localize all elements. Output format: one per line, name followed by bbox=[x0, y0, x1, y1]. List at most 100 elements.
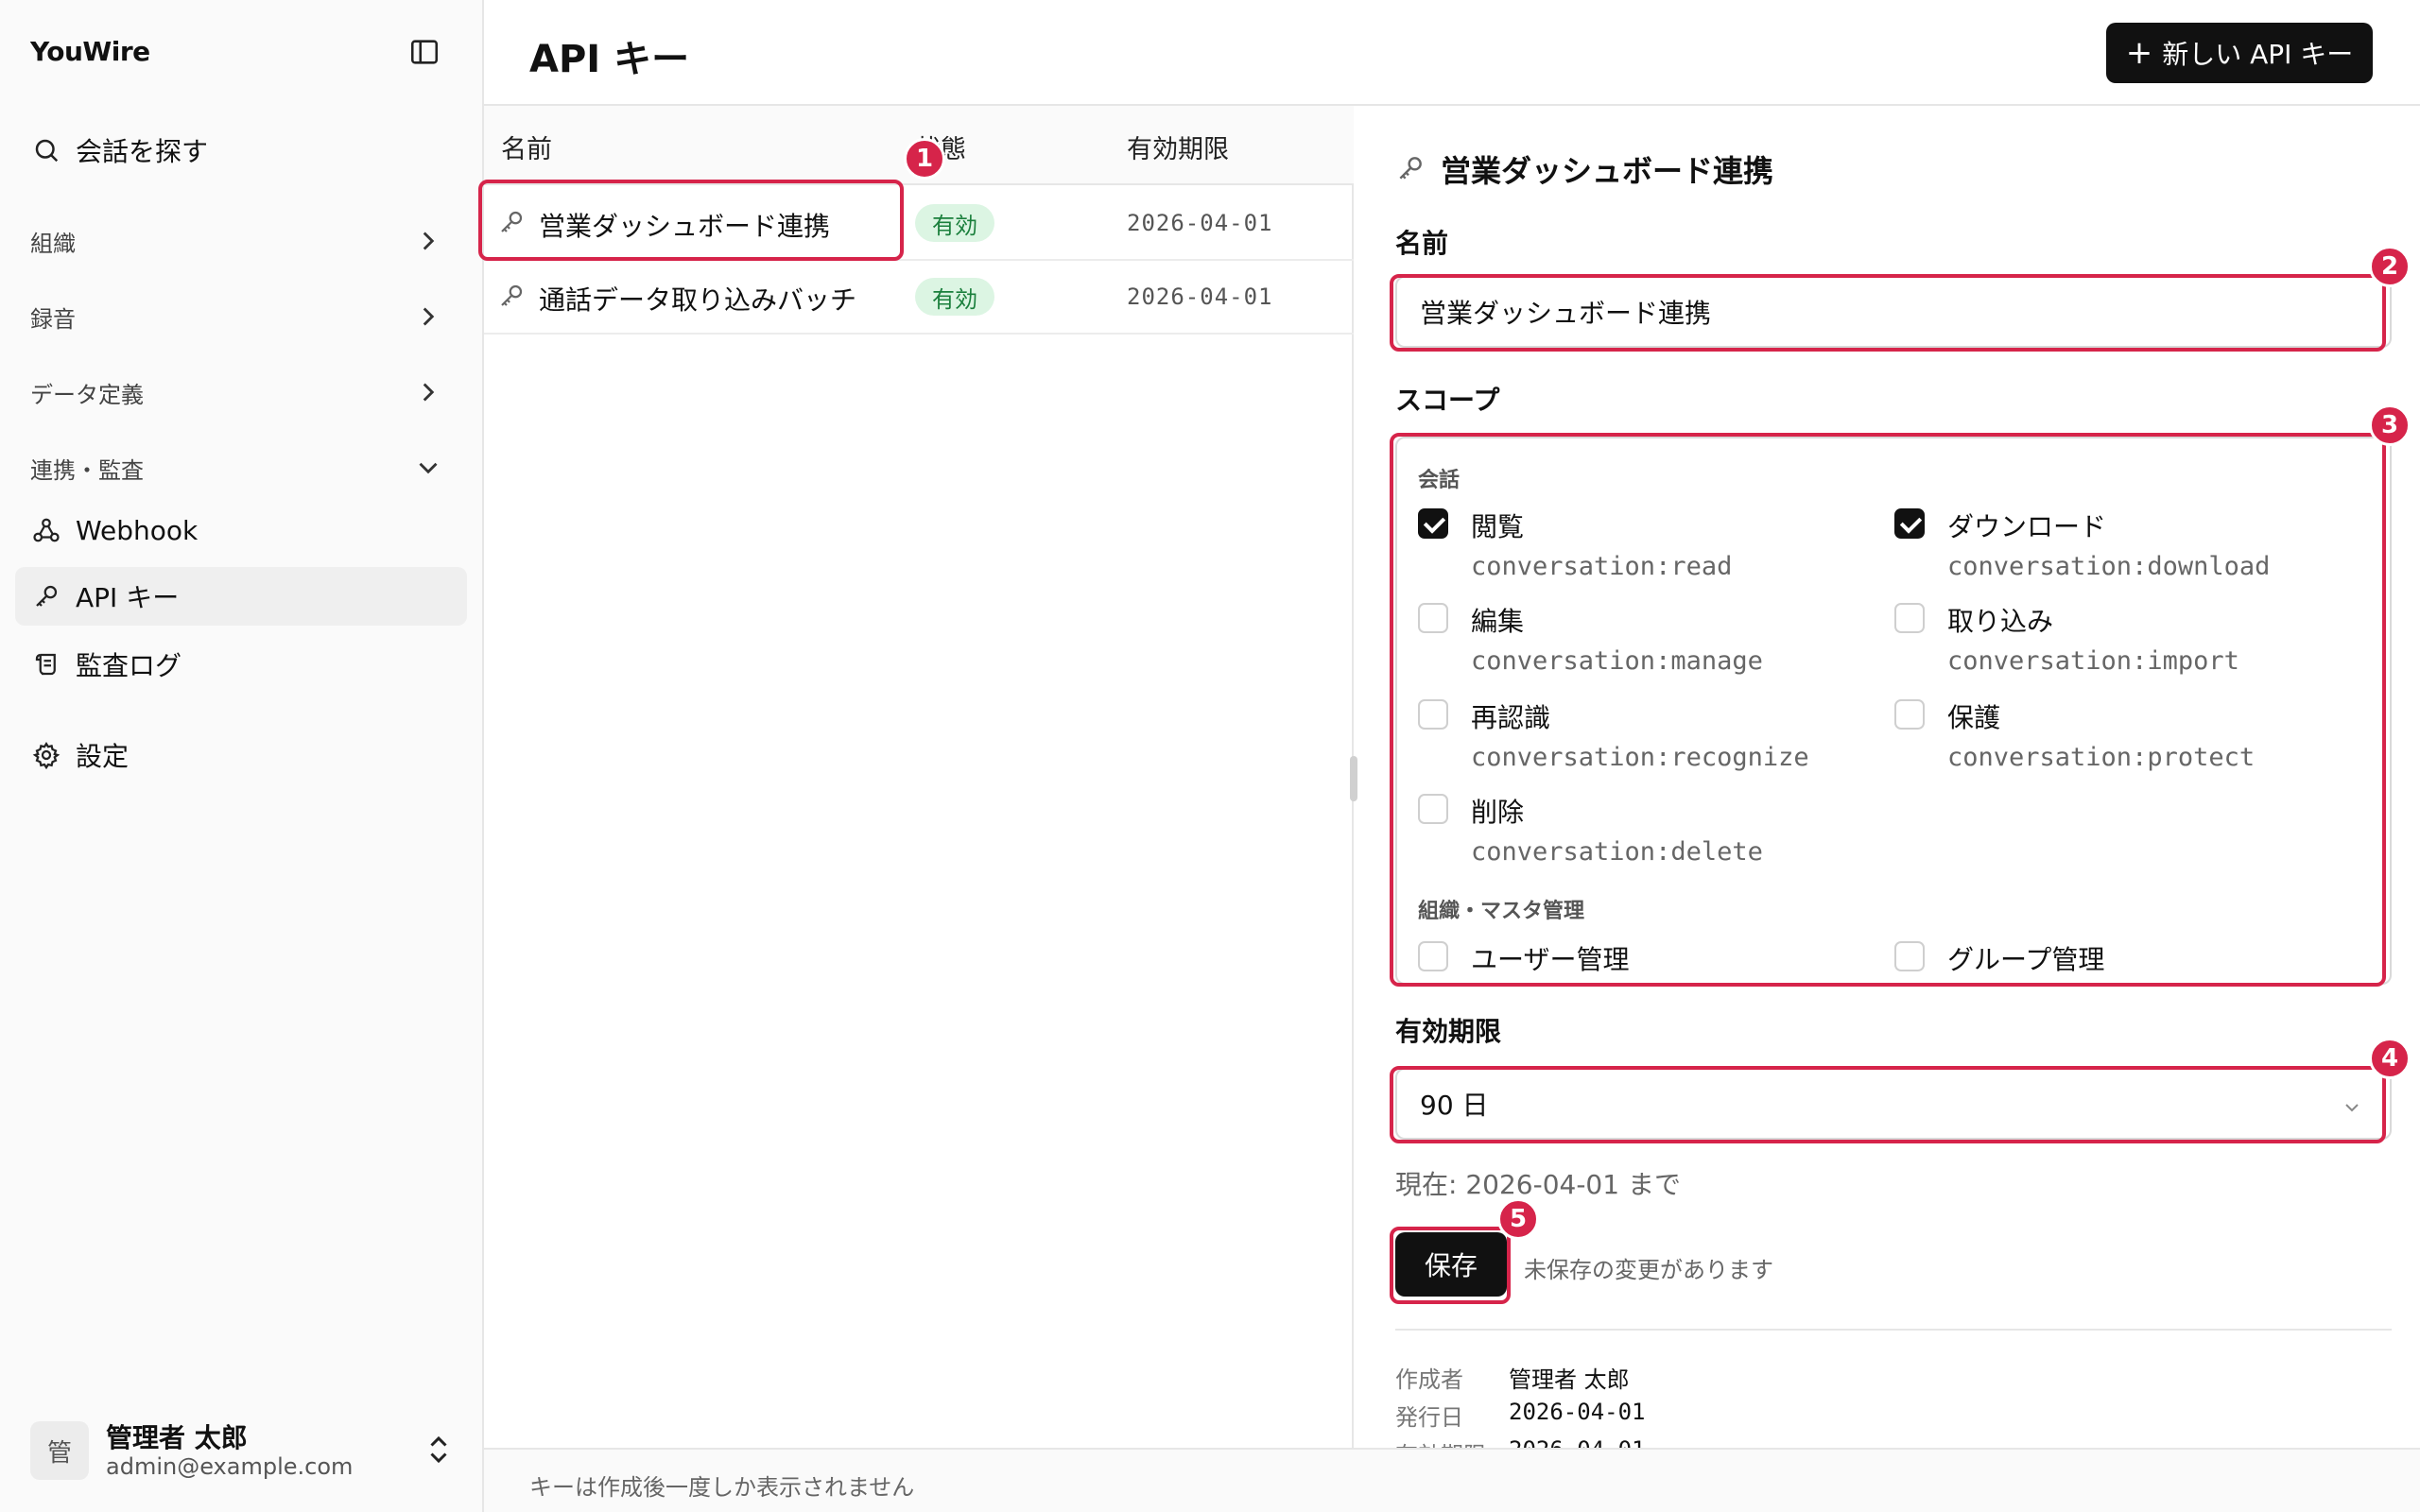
checkbox[interactable] bbox=[1894, 941, 1925, 971]
annotation-marker-3: 3 bbox=[2369, 404, 2411, 446]
unsaved-changes-note: 未保存の変更があります bbox=[1524, 1257, 1773, 1283]
user-email: admin@example.com bbox=[106, 1453, 354, 1480]
column-header-expiry: 有効期限 bbox=[1127, 135, 1229, 164]
annotation-marker-2: 2 bbox=[2369, 246, 2411, 287]
key-icon bbox=[497, 282, 527, 312]
annotation-marker-5: 5 bbox=[1497, 1198, 1539, 1240]
chevrons-up-down-icon[interactable] bbox=[422, 1433, 456, 1467]
scope-code: conversation:download bbox=[1947, 552, 2271, 581]
scope-item[interactable]: 取り込み conversation:import bbox=[1894, 601, 2329, 686]
scope-item[interactable]: 再認識 conversation:recognize bbox=[1418, 697, 1853, 782]
scope-item[interactable]: グループ管理 bbox=[1894, 939, 2329, 983]
expiry-select[interactable]: 90 日 bbox=[1395, 1068, 2392, 1140]
sidebar-section-organization[interactable]: 組織 bbox=[15, 215, 467, 266]
checkbox[interactable] bbox=[1418, 508, 1448, 539]
sidebar-item-settings[interactable]: 設定 bbox=[15, 726, 467, 784]
page-header: API キー + 新しい API キー bbox=[484, 0, 2420, 106]
sidebar: YouWire 会話を探す 組織 録音 データ定義 連携・監査 Webhook … bbox=[0, 0, 484, 1512]
expiry-label: 有効期限 bbox=[1395, 1016, 1502, 1047]
sidebar-item-webhook[interactable]: Webhook bbox=[15, 501, 467, 559]
checkbox[interactable] bbox=[1894, 699, 1925, 730]
scope-item[interactable]: ダウンロード conversation:download bbox=[1894, 507, 2329, 592]
search-icon bbox=[30, 134, 62, 166]
avatar: 管 bbox=[30, 1421, 89, 1480]
key-name: 営業ダッシュボード連携 bbox=[539, 211, 831, 242]
scope-name: ユーザー管理 bbox=[1471, 944, 1630, 975]
scope-name: 保護 bbox=[1947, 702, 2001, 733]
checkbox[interactable] bbox=[1418, 699, 1448, 730]
sidebar-item-label: API キー bbox=[76, 582, 180, 613]
divider bbox=[1395, 1329, 2392, 1331]
scope-code: conversation:delete bbox=[1471, 837, 1763, 867]
user-menu[interactable]: 管 管理者 太郎 admin@example.com bbox=[30, 1414, 465, 1489]
save-button[interactable]: 保存 bbox=[1395, 1232, 1507, 1297]
scope-name: グループ管理 bbox=[1947, 944, 2105, 975]
scope-name: 閲覧 bbox=[1471, 511, 1525, 542]
chevron-right-icon bbox=[412, 376, 444, 408]
meta-value-issued: 2026-04-01 bbox=[1509, 1399, 1646, 1425]
meta-value-creator: 管理者 太郎 bbox=[1509, 1366, 1630, 1393]
status-badge: 有効 bbox=[915, 204, 994, 242]
new-api-key-label: 新しい API キー bbox=[2162, 39, 2354, 70]
sidebar-item-audit-log[interactable]: 監査ログ bbox=[15, 635, 467, 694]
checkbox[interactable] bbox=[1418, 794, 1448, 824]
new-api-key-button[interactable]: + 新しい API キー bbox=[2106, 23, 2373, 83]
key-icon bbox=[1395, 153, 1427, 185]
detail-title-text: 営業ダッシュボード連携 bbox=[1441, 153, 1774, 189]
scope-group-label: 会話 bbox=[1418, 469, 1461, 492]
scope-item[interactable]: 編集 conversation:manage bbox=[1418, 601, 1853, 686]
plus-icon: + bbox=[2125, 34, 2153, 72]
detail-title: 営業ダッシュボード連携 bbox=[1395, 147, 1773, 191]
sidebar-item-label: Webhook bbox=[76, 514, 199, 546]
name-label: 名前 bbox=[1395, 228, 1449, 259]
scope-item[interactable]: 削除 conversation:delete bbox=[1418, 792, 1853, 877]
checkbox[interactable] bbox=[1894, 603, 1925, 633]
scope-item[interactable]: 閲覧 conversation:read bbox=[1418, 507, 1853, 592]
sidebar-toggle-icon[interactable] bbox=[408, 36, 441, 68]
annotation-marker-4: 4 bbox=[2369, 1038, 2411, 1079]
column-header-name: 名前 bbox=[501, 135, 552, 164]
footer-note: キーは作成後一度しか表示されません bbox=[529, 1474, 915, 1501]
table-row[interactable]: 営業ダッシュボード連携 有効 2026-04-01 bbox=[484, 187, 1354, 261]
scope-list: 会話 閲覧 conversation:read ダウンロード conversat… bbox=[1395, 437, 2392, 985]
key-icon bbox=[497, 208, 527, 238]
scope-item[interactable]: 保護 conversation:protect bbox=[1894, 697, 2329, 782]
scope-label: スコープ bbox=[1395, 385, 1500, 416]
scope-name: 削除 bbox=[1471, 797, 1525, 828]
section-label: 組織 bbox=[30, 230, 76, 257]
annotation-marker-1: 1 bbox=[904, 138, 945, 180]
sidebar-item-label: 会話を探す bbox=[76, 136, 209, 167]
checkbox[interactable] bbox=[1418, 941, 1448, 971]
gear-icon bbox=[30, 739, 62, 771]
table-row[interactable]: 通話データ取り込みバッチ 有効 2026-04-01 bbox=[484, 261, 1354, 335]
sidebar-item-label: 監査ログ bbox=[76, 650, 182, 681]
sidebar-section-data-definition[interactable]: データ定義 bbox=[15, 367, 467, 418]
checkbox[interactable] bbox=[1418, 603, 1448, 633]
chevron-right-icon bbox=[412, 301, 444, 333]
user-name: 管理者 太郎 bbox=[106, 1422, 248, 1453]
scope-code: conversation:recognize bbox=[1471, 743, 1809, 772]
name-input[interactable]: 営業ダッシュボード連携 bbox=[1395, 276, 2392, 348]
sidebar-item-search[interactable]: 会話を探す bbox=[15, 121, 467, 180]
scope-name: 編集 bbox=[1471, 606, 1525, 637]
api-key-detail: 営業ダッシュボード連携 名前 営業ダッシュボード連携 スコープ 会話 閲覧 co… bbox=[1354, 106, 2420, 1448]
key-name: 通話データ取り込みバッチ bbox=[539, 284, 857, 316]
key-expiry: 2026-04-01 bbox=[1127, 284, 1273, 310]
api-key-list: 名前 状態 有効期限 営業ダッシュボード連携 有効 2026-04-01 通話デ… bbox=[484, 106, 1354, 1448]
status-badge: 有効 bbox=[915, 278, 994, 316]
checkbox[interactable] bbox=[1894, 508, 1925, 539]
section-label: 録音 bbox=[30, 305, 76, 333]
meta-key-creator: 作成者 bbox=[1395, 1366, 1463, 1393]
webhook-icon bbox=[30, 514, 62, 546]
meta-key-issued: 発行日 bbox=[1395, 1404, 1463, 1431]
footer: キーは作成後一度しか表示されません bbox=[484, 1448, 2420, 1512]
key-expiry: 2026-04-01 bbox=[1127, 210, 1273, 236]
sidebar-section-integration[interactable]: 連携・監査 bbox=[15, 442, 467, 493]
scope-code: conversation:import bbox=[1947, 646, 2239, 676]
sidebar-section-recording[interactable]: 録音 bbox=[15, 291, 467, 342]
expiry-select-value: 90 日 bbox=[1420, 1090, 1489, 1121]
sidebar-item-api-keys[interactable]: API キー bbox=[15, 567, 467, 626]
current-expiry: 現在: 2026-04-01 まで bbox=[1395, 1169, 1681, 1200]
chevron-right-icon bbox=[412, 225, 444, 257]
scope-item[interactable]: ユーザー管理 bbox=[1418, 939, 1853, 983]
